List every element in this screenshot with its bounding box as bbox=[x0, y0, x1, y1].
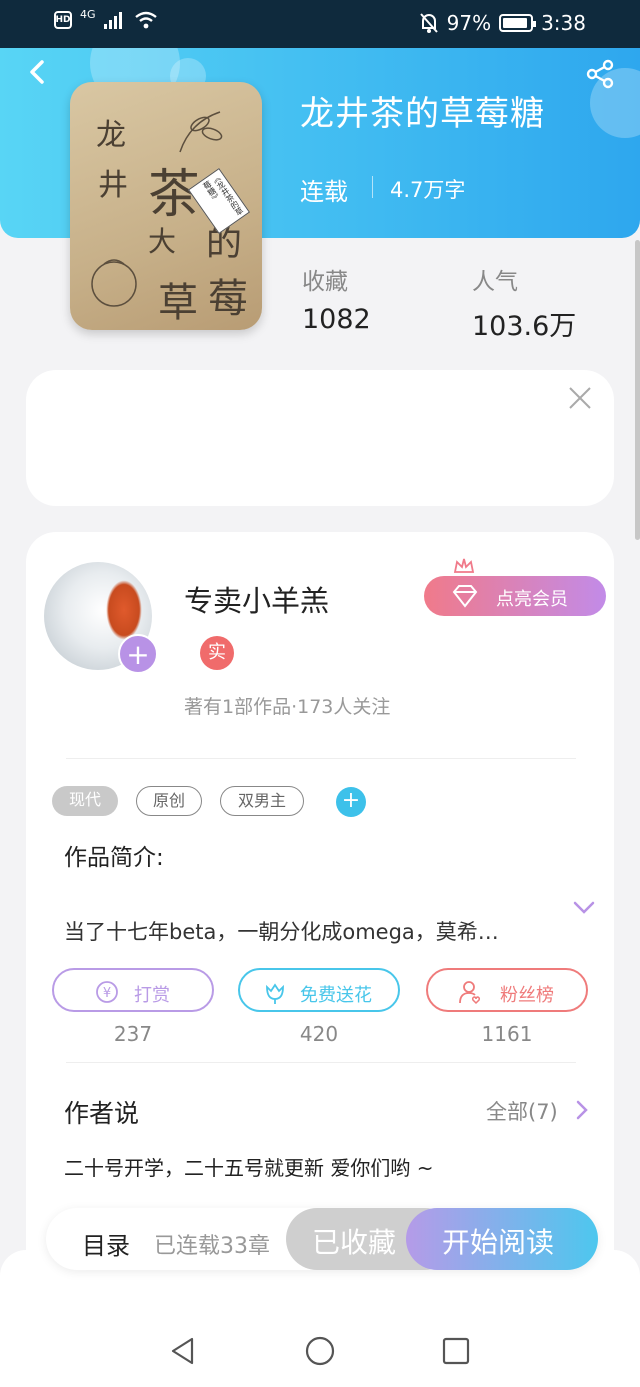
vip-button[interactable]: 点亮会员 bbox=[424, 558, 606, 616]
chevron-left-icon bbox=[30, 60, 44, 84]
book-status: 连载 bbox=[300, 178, 348, 206]
start-reading-label: 开始阅读 bbox=[442, 1226, 555, 1259]
divider bbox=[66, 758, 576, 759]
chapter-count[interactable]: 已连载33章 bbox=[154, 1228, 270, 1260]
popularity-value: 103.6万 bbox=[472, 311, 577, 342]
send-flower-label: 免费送花 bbox=[300, 985, 372, 1006]
vip-label: 点亮会员 bbox=[496, 589, 568, 610]
verified-badge: 实 bbox=[200, 636, 234, 670]
hd-icon: HD bbox=[54, 11, 72, 29]
tip-label: 打赏 bbox=[134, 985, 170, 1006]
nav-home-button[interactable] bbox=[305, 1336, 335, 1366]
diamond-icon bbox=[452, 585, 478, 608]
crown-icon bbox=[453, 558, 475, 573]
signal-icon bbox=[103, 12, 122, 29]
battery-percent: 97% bbox=[446, 11, 492, 35]
avatar-koi bbox=[106, 580, 142, 640]
nav-back-button[interactable] bbox=[168, 1336, 198, 1366]
scrollbar[interactable] bbox=[635, 240, 640, 540]
intro-text[interactable]: 当了十七年beta，一朝分化成omega，莫希… bbox=[64, 916, 499, 946]
cover-strawberry-sketch bbox=[91, 259, 137, 307]
flower-icon bbox=[266, 983, 284, 1004]
coin-icon: ¥ bbox=[96, 981, 118, 1003]
fan-rank-button[interactable]: 粉丝榜 bbox=[426, 968, 588, 1012]
expand-intro-button[interactable] bbox=[572, 900, 596, 916]
intro-title: 作品简介: bbox=[64, 845, 164, 871]
status-divider bbox=[372, 176, 373, 198]
toc-button[interactable]: 目录 bbox=[82, 1226, 130, 1261]
start-reading-button[interactable]: 开始阅读 bbox=[406, 1208, 598, 1270]
svg-text:¥: ¥ bbox=[103, 986, 111, 1001]
mute-bell-icon bbox=[419, 13, 438, 33]
square-recents-icon bbox=[442, 1337, 470, 1365]
circle-home-icon bbox=[305, 1336, 335, 1366]
wifi-icon bbox=[134, 11, 157, 29]
author-meta: 著有1部作品·173人关注 bbox=[184, 696, 391, 718]
cover-char: 龙 bbox=[96, 118, 126, 153]
send-flower-button[interactable]: 免费送花 bbox=[238, 968, 400, 1012]
favorites-label: 收藏 bbox=[302, 269, 348, 295]
book-cover[interactable]: 龙 井 茶 的 大 草 莓 《龙井茶的草莓糖》 bbox=[70, 82, 262, 330]
book-word-count: 4.7万字 bbox=[390, 178, 466, 202]
cover-char: 莓 bbox=[208, 276, 248, 322]
favorites-value: 1082 bbox=[302, 304, 371, 335]
author-name[interactable]: 专卖小羊羔 bbox=[184, 578, 329, 620]
cover-char: 草 bbox=[158, 280, 198, 326]
share-icon bbox=[586, 59, 614, 89]
cover-char: 大 bbox=[148, 225, 177, 258]
tip-count: 237 bbox=[113, 1022, 153, 1046]
ad-card bbox=[26, 370, 614, 506]
book-title: 龙井茶的草莓糖 bbox=[300, 94, 545, 134]
tag-original[interactable]: 原创 bbox=[136, 786, 202, 816]
flower-count: 420 bbox=[299, 1022, 339, 1046]
chevron-down-icon bbox=[573, 901, 595, 914]
status-bar: HD 4G 97% 3:38 bbox=[0, 0, 640, 48]
see-all-chevron[interactable] bbox=[576, 1100, 588, 1120]
nav-recents-button[interactable] bbox=[441, 1336, 471, 1366]
tag-modern[interactable]: 现代 bbox=[52, 786, 118, 816]
divider bbox=[66, 1062, 576, 1063]
user-heart-icon bbox=[459, 981, 481, 1005]
fan-rank-label: 粉丝榜 bbox=[500, 985, 554, 1006]
clock: 3:38 bbox=[541, 11, 586, 35]
battery-icon bbox=[499, 14, 537, 32]
close-ad-button[interactable] bbox=[566, 384, 594, 412]
share-button[interactable] bbox=[584, 58, 616, 90]
chevron-right-icon bbox=[576, 1100, 588, 1120]
follow-author-button[interactable]: + bbox=[118, 634, 158, 674]
triangle-back-icon bbox=[171, 1337, 194, 1365]
add-tag-button[interactable]: + bbox=[336, 787, 366, 817]
close-icon bbox=[569, 387, 591, 409]
tag-dual-male[interactable]: 双男主 bbox=[220, 786, 304, 816]
author-note: 二十号开学，二十五号就更新 爱你们哟 ~ bbox=[64, 1156, 434, 1180]
fan-count: 1161 bbox=[481, 1022, 533, 1046]
see-all-link[interactable]: 全部(7) bbox=[486, 1096, 558, 1126]
favorited-label: 已收藏 bbox=[312, 1226, 397, 1259]
cover-char: 井 bbox=[98, 168, 128, 203]
cover-leaf-sketch bbox=[179, 111, 223, 153]
back-button[interactable] bbox=[24, 58, 52, 86]
tip-button[interactable]: ¥ 打赏 bbox=[52, 968, 214, 1012]
popularity-label: 人气 bbox=[472, 269, 518, 295]
network-type: 4G bbox=[80, 7, 96, 21]
author-says-title: 作者说 bbox=[64, 1099, 140, 1128]
